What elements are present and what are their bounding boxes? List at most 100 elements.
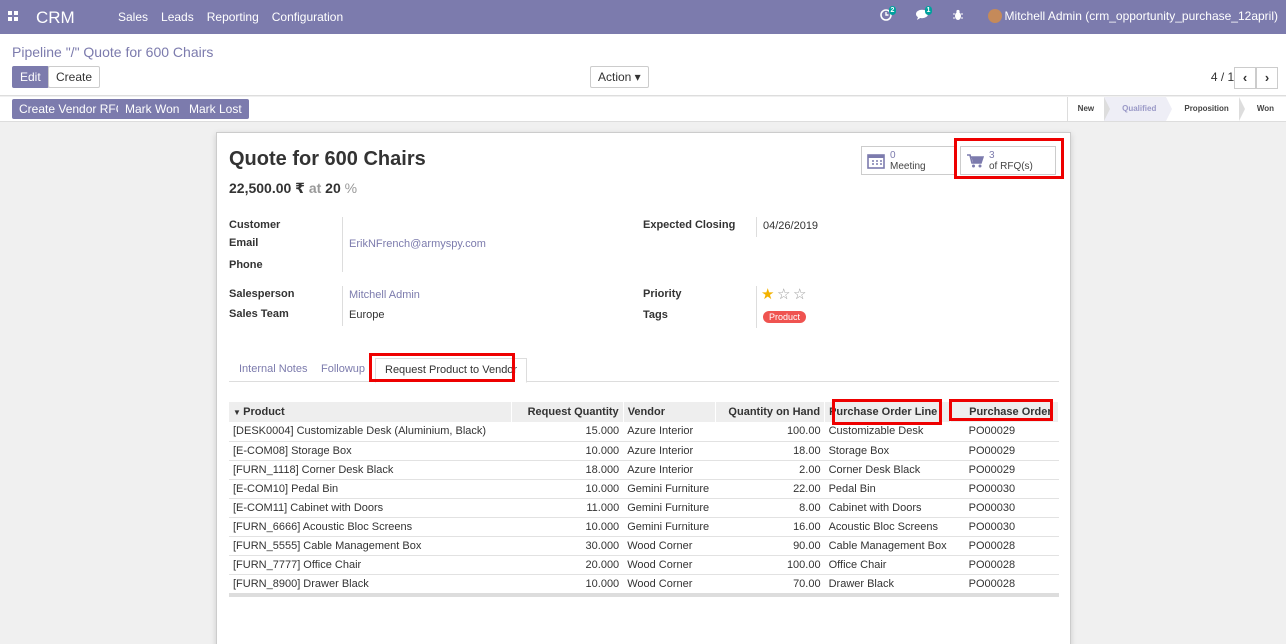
status-bar: Create Vendor RFQ Mark Won Mark Lost New… [0,97,1286,122]
action-dropdown[interactable]: Action ▾ [590,66,649,88]
messages-icon[interactable]: 1 [915,6,933,23]
table-footer [229,593,1059,597]
cell-quantity-on-hand: 100.00 [715,555,825,575]
cell-quantity-on-hand: 70.00 [715,574,825,594]
cell-product: [FURN_7777] Office Chair [229,555,512,575]
cell-purchase-order: PO00028 [950,574,1059,594]
cell-quantity-on-hand: 22.00 [715,479,825,499]
sales-team-value[interactable]: Europe [349,309,384,321]
cell-purchase-order: PO00029 [950,441,1059,461]
create-button[interactable]: Create [48,66,101,88]
cell-request-quantity: 10.000 [511,479,624,499]
edit-button[interactable]: Edit [12,66,49,88]
cell-product: [FURN_6666] Acoustic Bloc Screens [229,517,512,537]
user-menu[interactable]: Mitchell Admin (crm_opportunity_purchase… [1005,9,1278,23]
po-highlight-box [949,399,1053,421]
debug-bug-icon[interactable] [952,9,968,23]
col-vendor[interactable]: Vendor [623,402,716,422]
cell-vendor: Wood Corner [623,574,716,594]
col-quantity-on-hand[interactable]: Quantity on Hand [715,402,826,422]
email-label: Email [229,237,259,249]
table-row[interactable]: [FURN_5555] Cable Management Box 30.000 Wo… [229,536,1059,556]
table-row[interactable]: [E-COM10] Pedal Bin 10.000 Gemini Furnitur… [229,479,1059,499]
customer-label: Customer [229,219,281,231]
cell-product: [E-COM11] Cabinet with Doors [229,498,512,518]
stage-qualified[interactable]: Qualified [1104,97,1173,121]
salesperson-label: Salesperson [229,288,295,300]
tab-followup[interactable]: Followup [321,363,365,375]
create-vendor-rfq-button[interactable]: Create Vendor RFQ [12,99,133,119]
messages-badge: 1 [924,6,933,15]
salesperson-value[interactable]: Mitchell Admin [349,289,420,301]
po-line-highlight-box [832,399,942,425]
breadcrumb[interactable]: Pipeline "/" Quote for 600 Chairs [12,44,213,60]
meeting-smart-button[interactable]: 0 Meeting [861,146,957,175]
priority-star-icon-empty[interactable]: ☆ [777,287,790,302]
pager-next-button[interactable]: › [1256,67,1278,89]
revenue-at: at [308,180,322,196]
menu-reporting[interactable]: Reporting [207,10,259,24]
table-row[interactable]: [E-COM08] Storage Box 10.000 Azure Interio… [229,441,1059,461]
cell-quantity-on-hand: 100.00 [715,422,825,442]
table-row[interactable]: [FURN_8900] Drawer Black 10.000 Wood Corne… [229,574,1059,594]
top-navbar: CRM Sales Leads Reporting Configuration … [0,0,1286,34]
cell-purchase-order-line: Office Chair [824,555,951,575]
cell-vendor: Gemini Furniture [623,479,716,499]
cell-request-quantity: 18.000 [511,460,624,480]
request-product-table: ▼ Product Request Quantity Vendor Quanti… [229,402,1059,594]
notebook-tabs: Internal Notes Followup Request Product … [229,358,1059,383]
expected-revenue: 22,500.00 ₹ at 20 % [229,180,357,197]
user-avatar[interactable] [987,9,1002,23]
stage-label: Qualified [1122,104,1157,113]
cell-purchase-order-line: Cabinet with Doors [824,498,951,518]
priority-star-icon-filled[interactable]: ★ [761,287,774,302]
cell-quantity-on-hand: 90.00 [715,536,825,556]
table-row[interactable]: [E-COM11] Cabinet with Doors 11.000 Gemini… [229,498,1059,518]
cell-purchase-order-line: Drawer Black [824,574,951,594]
table-row[interactable]: [FURN_1118] Corner Desk Black 18.000 Azure… [229,460,1059,480]
cell-purchase-order-line: Acoustic Bloc Screens [824,517,951,537]
main-menu: Sales Leads Reporting Configuration [118,10,343,24]
cell-product: [FURN_1118] Corner Desk Black [229,460,512,480]
priority-label: Priority [643,288,682,300]
app-brand[interactable]: CRM [36,8,75,28]
cell-vendor: Wood Corner [623,536,716,556]
priority-star-icon-empty[interactable]: ☆ [793,287,806,302]
stage-label: Proposition [1184,104,1229,113]
col-request-quantity[interactable]: Request Quantity [511,402,624,422]
probability-percent: % [344,180,358,196]
table-row[interactable]: [FURN_6666] Acoustic Bloc Screens 10.000 G… [229,517,1059,537]
cell-request-quantity: 20.000 [511,555,624,575]
expected-closing-value[interactable]: 04/26/2019 [763,220,818,232]
col-product[interactable]: ▼ Product [229,402,513,422]
meeting-count: 0 [890,150,896,161]
menu-configuration[interactable]: Configuration [272,10,343,24]
stage-proposition[interactable]: Proposition [1166,97,1245,121]
tag-badge[interactable]: Product [763,311,807,323]
cell-product: [FURN_8900] Drawer Black [229,574,512,594]
cell-request-quantity: 10.000 [511,574,624,594]
meeting-label: Meeting [890,161,926,172]
revenue-amount: 22,500.00 ₹ [229,180,305,196]
stage-label: New [1077,104,1095,113]
mark-won-button[interactable]: Mark Won [118,99,187,119]
activity-icon[interactable]: 2 [879,6,897,23]
stage-new[interactable]: New [1068,97,1111,121]
cell-quantity-on-hand: 18.00 [715,441,825,461]
mark-lost-button[interactable]: Mark Lost [182,99,249,119]
menu-sales[interactable]: Sales [118,10,148,24]
pager-prev-button[interactable]: ‹ [1234,67,1256,89]
col-product-label: Product [243,406,285,418]
stage-won[interactable]: Won [1239,97,1286,121]
menu-leads[interactable]: Leads [161,10,194,24]
cell-purchase-order-line: Corner Desk Black [824,460,951,480]
cell-purchase-order: PO00030 [950,498,1059,518]
email-value[interactable]: ErikNFrench@armyspy.com [349,238,486,250]
stage-pipeline: New Qualified Proposition Won [1066,97,1286,121]
cell-purchase-order: PO00028 [950,536,1059,556]
tab-internal-notes[interactable]: Internal Notes [239,363,307,375]
cell-product: [E-COM08] Storage Box [229,441,512,461]
apps-menu-icon[interactable] [8,11,18,21]
cell-product: [DESK0004] Customizable Desk (Aluminium,… [229,422,512,442]
table-row[interactable]: [FURN_7777] Office Chair 20.000 Wood Corne… [229,555,1059,575]
